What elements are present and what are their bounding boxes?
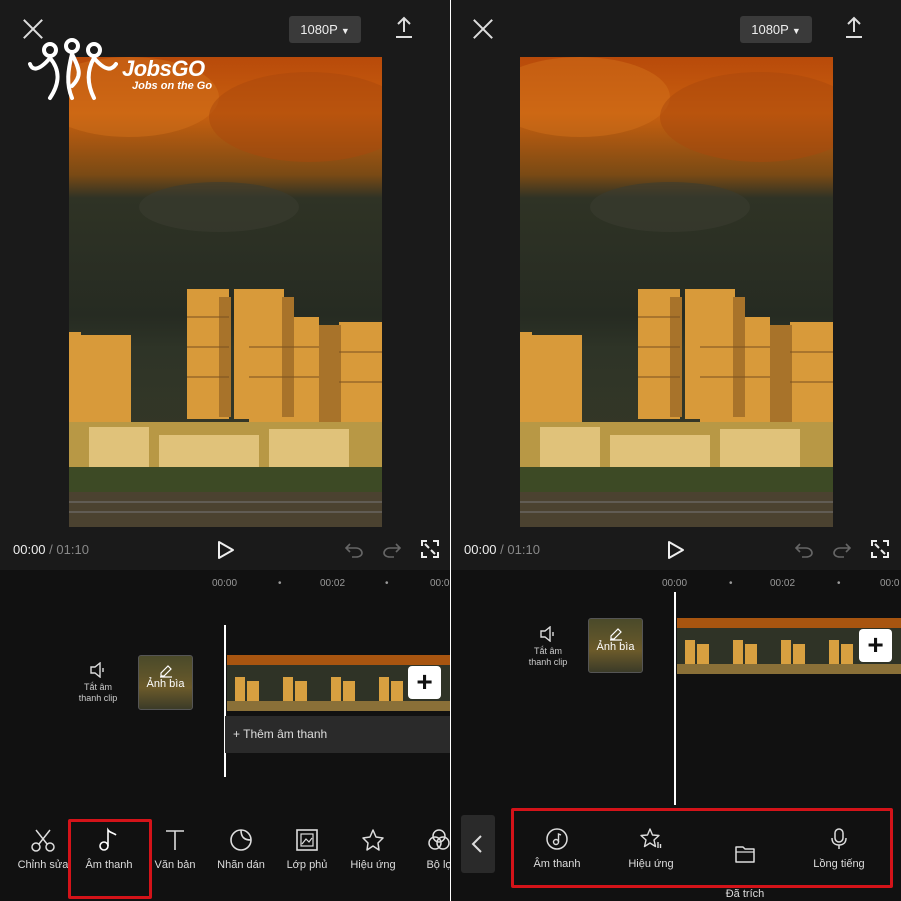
logo-tagline: Jobs on the Go bbox=[132, 80, 213, 92]
tool-filter[interactable]: Bộ lọ bbox=[406, 827, 450, 871]
tick-dot: • bbox=[385, 578, 389, 589]
city-video-frame bbox=[520, 57, 833, 527]
resolution-label: 1080P bbox=[300, 22, 338, 37]
caret-down-icon: ▼ bbox=[791, 26, 801, 36]
time-separator: / bbox=[45, 542, 57, 557]
timeline[interactable]: 00:00 • 00:02 • 00:0 Tắt âm thanh clip Ả… bbox=[0, 570, 450, 805]
tool-label: Hiệu ứng bbox=[350, 859, 396, 871]
back-button[interactable] bbox=[461, 815, 495, 873]
video-preview[interactable] bbox=[69, 57, 382, 527]
speaker-icon bbox=[540, 626, 554, 642]
time-display: 00:00 / 01:10 bbox=[464, 542, 540, 557]
add-clip-button[interactable]: + bbox=[408, 666, 441, 699]
tick-dot: • bbox=[278, 578, 282, 589]
tool-label: Bộ lọ bbox=[426, 859, 450, 871]
audio-highlight-box bbox=[68, 819, 152, 899]
time-display: 00:00 / 01:10 bbox=[13, 542, 89, 557]
mute-clip-label: Tắt âm thanh clip bbox=[528, 646, 568, 667]
playback-controls: 00:00 / 01:10 bbox=[451, 538, 901, 562]
tick-label: 00:0 bbox=[880, 578, 900, 589]
left-editor-panel: 1080P ▼ JobsGO Jobs on the Go 00:00 / 01… bbox=[0, 0, 450, 901]
tool-label: Nhãn dán bbox=[217, 859, 265, 871]
speaker-icon bbox=[90, 662, 104, 678]
people-logo-icon bbox=[28, 38, 118, 100]
tool-label: Văn bản bbox=[154, 859, 196, 871]
caret-down-icon: ▼ bbox=[340, 26, 350, 36]
audio-submenu-highlight-box bbox=[511, 808, 893, 888]
undo-icon[interactable] bbox=[344, 541, 364, 559]
effects-star-icon bbox=[362, 829, 384, 851]
tick-label: 00:00 bbox=[212, 578, 238, 589]
logo-brand-text: JobsGO bbox=[122, 56, 205, 81]
play-icon[interactable] bbox=[217, 540, 235, 560]
playhead[interactable] bbox=[224, 625, 226, 777]
tick-label: 00:0 bbox=[430, 578, 450, 589]
resolution-label: 1080P bbox=[751, 22, 789, 37]
tool-label: Lớp phủ bbox=[286, 859, 328, 871]
tool-sticker[interactable]: Nhãn dán bbox=[208, 827, 274, 871]
city-video-frame bbox=[69, 57, 382, 527]
cover-button[interactable]: Ảnh bìa bbox=[588, 618, 643, 673]
fullscreen-icon[interactable] bbox=[871, 540, 889, 558]
subtool-label: Đã trích xuất bbox=[725, 888, 765, 900]
resolution-button[interactable]: 1080P ▼ bbox=[740, 16, 812, 43]
time-ruler: 00:00 • 00:02 • 00:0 bbox=[0, 576, 450, 592]
mute-clip-button[interactable]: Tắt âm thanh clip bbox=[72, 662, 124, 704]
tool-label: Chỉnh sửa bbox=[17, 859, 69, 871]
time-total: 01:10 bbox=[56, 542, 89, 557]
video-preview[interactable] bbox=[520, 57, 833, 527]
redo-icon[interactable] bbox=[382, 541, 402, 559]
fullscreen-icon[interactable] bbox=[421, 540, 439, 558]
cover-label: Ảnh bìa bbox=[146, 678, 185, 690]
time-total: 01:10 bbox=[507, 542, 540, 557]
mute-clip-label: Tắt âm thanh clip bbox=[78, 682, 118, 703]
export-icon[interactable] bbox=[393, 16, 415, 40]
jobsgo-logo: JobsGO Jobs on the Go bbox=[28, 36, 238, 102]
playback-controls: 00:00 / 01:10 bbox=[0, 538, 450, 562]
audio-submenu-toolbar: Âm thanh Hiệu ứng Đã trích xuất Lồng tiế… bbox=[451, 805, 901, 901]
mute-clip-button[interactable]: Tắt âm thanh clip bbox=[522, 626, 574, 668]
scissors-icon bbox=[31, 829, 55, 852]
right-editor-panel: 1080P ▼ 00:00 / 01:10 00:00 • 00:02 • 00… bbox=[451, 0, 901, 901]
pencil-icon bbox=[609, 628, 622, 641]
tick-label: 00:02 bbox=[320, 578, 346, 589]
filter-icon bbox=[428, 829, 450, 850]
overlay-icon bbox=[296, 829, 318, 851]
time-ruler: 00:00 • 00:02 • 00:0 bbox=[451, 576, 901, 592]
text-icon bbox=[166, 830, 184, 850]
sticker-icon bbox=[230, 829, 252, 851]
close-icon[interactable] bbox=[472, 18, 494, 40]
tick-label: 00:00 bbox=[662, 578, 688, 589]
tick-label: 00:02 bbox=[770, 578, 796, 589]
pencil-icon bbox=[159, 665, 172, 678]
add-audio-button[interactable]: + Thêm âm thanh bbox=[225, 716, 450, 753]
tool-edit[interactable]: Chỉnh sửa bbox=[10, 827, 76, 871]
redo-icon[interactable] bbox=[832, 541, 852, 559]
time-separator: / bbox=[496, 542, 508, 557]
cover-label: Ảnh bìa bbox=[596, 641, 635, 653]
chevron-left-icon bbox=[471, 835, 482, 853]
tool-effects[interactable]: Hiệu ứng bbox=[340, 827, 406, 871]
resolution-button[interactable]: 1080P ▼ bbox=[289, 16, 361, 43]
cover-button[interactable]: Ảnh bìa bbox=[138, 655, 193, 710]
timeline[interactable]: 00:00 • 00:02 • 00:0 Tắt âm thanh clip Ả… bbox=[451, 570, 901, 805]
export-icon[interactable] bbox=[843, 16, 865, 40]
tick-dot: • bbox=[729, 578, 733, 589]
add-clip-button[interactable]: + bbox=[859, 629, 892, 662]
play-icon[interactable] bbox=[667, 540, 685, 560]
top-bar: 1080P ▼ bbox=[451, 0, 901, 60]
playhead[interactable] bbox=[674, 592, 676, 805]
tick-dot: • bbox=[837, 578, 841, 589]
time-current: 00:00 bbox=[464, 542, 497, 557]
undo-icon[interactable] bbox=[794, 541, 814, 559]
bottom-toolbar: Chỉnh sửa Âm thanh Văn bản Nhãn dán Lớp … bbox=[0, 805, 450, 901]
time-current: 00:00 bbox=[13, 542, 46, 557]
tool-overlay[interactable]: Lớp phủ bbox=[274, 827, 340, 871]
